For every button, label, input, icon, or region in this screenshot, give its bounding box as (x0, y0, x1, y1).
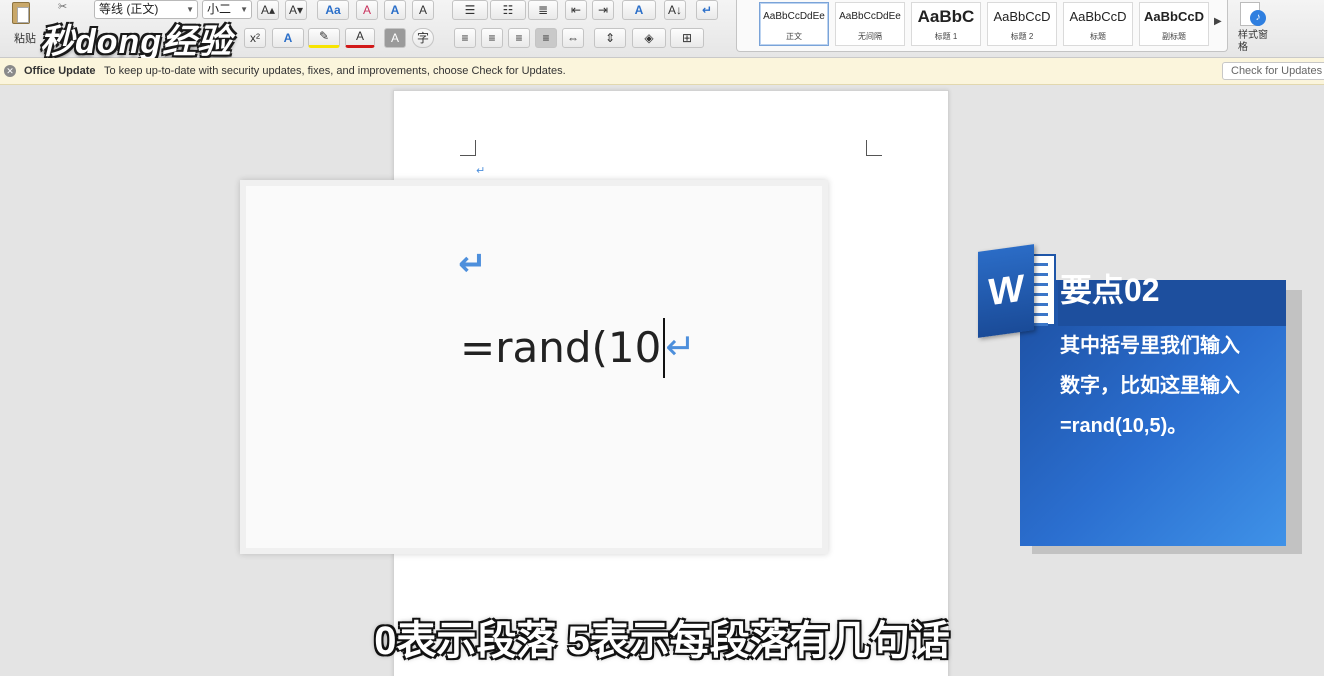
clear-format-button[interactable]: A (356, 0, 378, 20)
paragraph-mark-icon: ↵ (476, 165, 486, 177)
paste-label: 粘贴 (14, 33, 36, 45)
increase-indent-icon[interactable]: ⇥ (592, 0, 614, 20)
decrease-indent-icon[interactable]: ⇤ (565, 0, 587, 20)
tip-card-body: 其中括号里我们输入 数字，比如这里输入 =rand(10,5)。 (1060, 326, 1280, 446)
character-shading-button[interactable]: A (384, 28, 406, 48)
style-heading-1[interactable]: AaBbC 标题 1 (911, 2, 981, 46)
numbered-list-icon[interactable]: ☷ (490, 0, 526, 20)
gallery-next-icon[interactable]: ▶ (1214, 16, 1222, 27)
paragraph-shading-icon[interactable]: ◈ (632, 28, 666, 48)
margin-corner-top-right (866, 140, 882, 156)
style-subtitle[interactable]: AaBbCcD 副标题 (1139, 2, 1209, 46)
paragraph-mark-icon: ↵ (665, 327, 696, 368)
phonetic-guide-button[interactable]: A (384, 0, 406, 20)
style-normal[interactable]: AaBbCcDdEe 正文 (759, 2, 829, 46)
style-heading-2[interactable]: AaBbCcD 标题 2 (987, 2, 1057, 46)
close-icon[interactable]: ✕ (4, 65, 16, 77)
align-left-icon[interactable]: ≡ (454, 28, 476, 48)
text-direction-button[interactable]: A (622, 0, 656, 20)
video-subtitle: 0表示段落 5表示每段落有几句话 (374, 619, 950, 663)
bullets-list-icon[interactable]: ☰ (452, 0, 488, 20)
tip-card-title: 要点02 (1060, 272, 1160, 308)
line-spacing-icon[interactable]: ⇕ (594, 28, 626, 48)
character-border-button[interactable]: A (412, 0, 434, 20)
change-case-button[interactable]: Aa (317, 0, 349, 20)
word-logo-icon: W (978, 244, 1058, 338)
enclose-characters-button[interactable]: 字 (412, 28, 434, 48)
margin-corner-top-left (460, 140, 476, 156)
style-no-spacing[interactable]: AaBbCcDdEe 无间隔 (835, 2, 905, 46)
scissors-icon[interactable]: ✂ (58, 0, 67, 13)
clipboard-icon (12, 2, 30, 24)
highlight-color-button[interactable]: ✎ (308, 28, 340, 48)
chevron-down-icon: ▼ (240, 5, 248, 14)
styles-badge-icon: ♪ (1250, 10, 1266, 26)
align-right-icon[interactable]: ≡ (508, 28, 530, 48)
tip-line: 数字，比如这里输入 (1060, 375, 1240, 397)
grow-font-button[interactable]: A▴ (257, 0, 279, 20)
watermark-logo: 秒dong经验 (40, 23, 233, 61)
update-message: To keep up-to-date with security updates… (104, 65, 566, 77)
word-letter: W (978, 244, 1034, 338)
multilevel-list-icon[interactable]: ≣ (528, 0, 558, 20)
document-text-line[interactable]: =rand(10 ↵ (460, 318, 695, 378)
superscript-button[interactable]: x² (244, 28, 266, 48)
shrink-font-button[interactable]: A▾ (285, 0, 307, 20)
justify-icon[interactable]: ≡ (535, 28, 557, 48)
style-title[interactable]: AaBbCcD 标题 (1063, 2, 1133, 46)
show-marks-button[interactable]: ↵ (696, 0, 718, 20)
tip-line: =rand(10,5)。 (1060, 415, 1188, 437)
styles-gallery: AaBbCcDdEe 正文 AaBbCcDdEe 无间隔 AaBbC 标题 1 … (736, 0, 1228, 52)
distributed-icon[interactable]: ⇔ (562, 28, 584, 48)
check-updates-button[interactable]: Check for Updates (1222, 62, 1324, 80)
formula-text: =rand(10 (460, 323, 662, 372)
update-title: Office Update (24, 65, 96, 77)
borders-icon[interactable]: ⊞ (670, 28, 704, 48)
text-effects-button[interactable]: A (272, 28, 304, 48)
tip-line: 其中括号里我们输入 (1060, 335, 1240, 357)
align-center-icon[interactable]: ≡ (481, 28, 503, 48)
styles-pane-button[interactable]: ♪ 样式窗格 (1236, 0, 1272, 56)
paragraph-mark-icon: ↵ (458, 245, 487, 283)
font-color-button[interactable]: A (345, 28, 375, 48)
sort-button[interactable]: A↓ (664, 0, 686, 20)
styles-pane-label: 样式窗格 (1238, 30, 1268, 53)
office-update-bar: ✕ Office Update To keep up-to-date with … (0, 58, 1324, 85)
